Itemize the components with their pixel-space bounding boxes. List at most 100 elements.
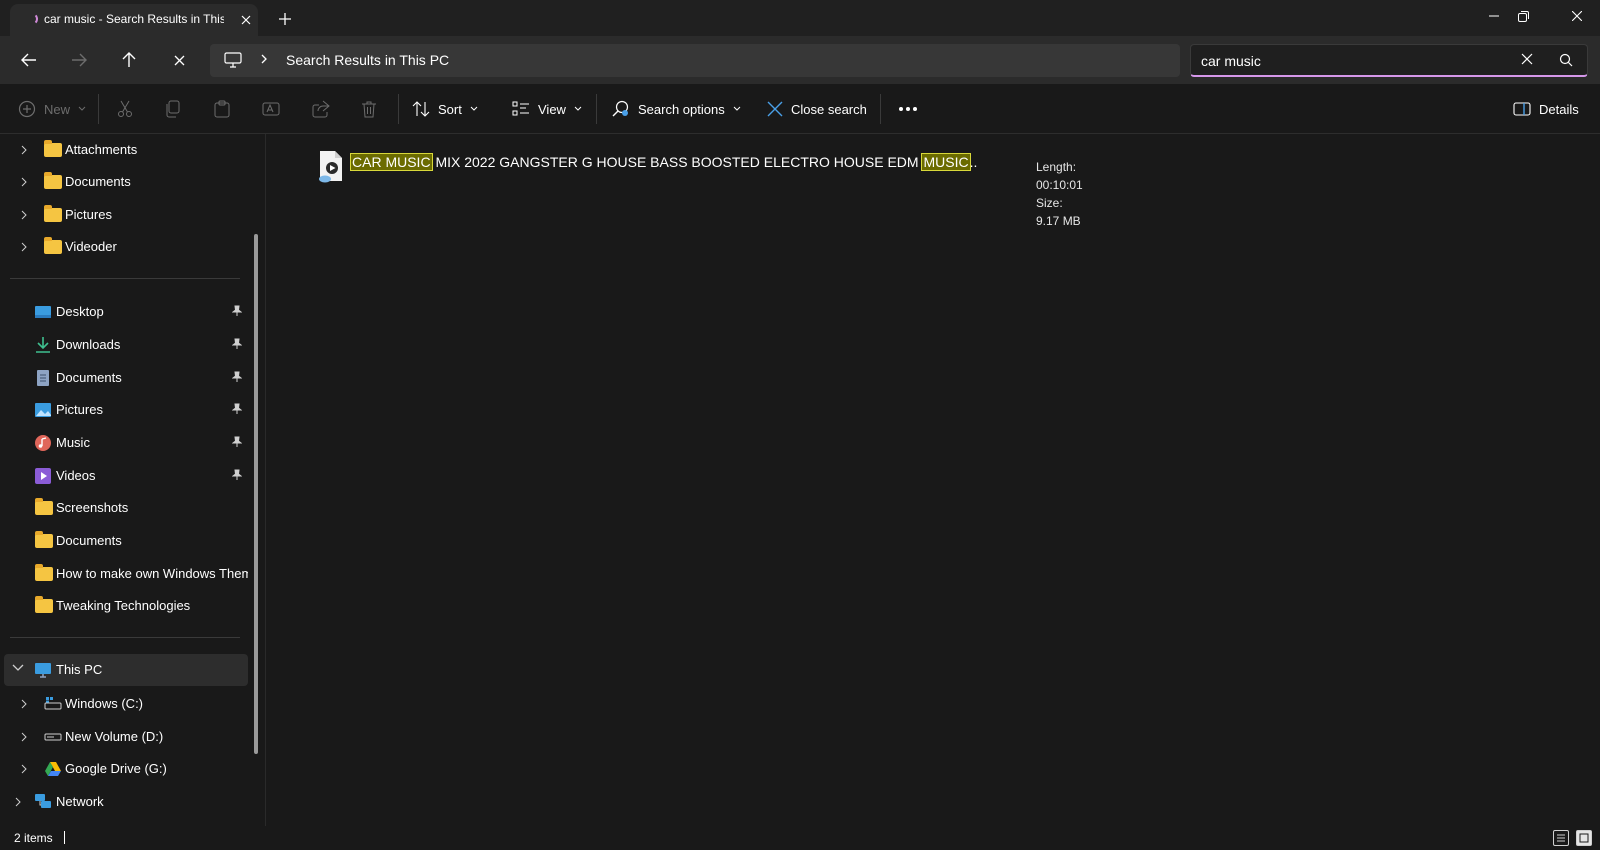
search-options-button[interactable]: Search options: [612, 96, 741, 122]
pin-icon[interactable]: [232, 305, 242, 317]
chevron-right-icon[interactable]: [20, 241, 28, 253]
chevron-right-icon[interactable]: [20, 209, 28, 221]
pin-icon[interactable]: [232, 338, 242, 350]
chevron-right-icon[interactable]: [20, 144, 28, 156]
share-icon: [312, 100, 330, 118]
sidebar-item-tweaking[interactable]: Tweaking Technologies: [4, 591, 248, 621]
sidebar-item-attachments[interactable]: Attachments: [4, 135, 248, 165]
download-icon: [36, 337, 50, 353]
tab-active[interactable]: car music - Search Results in This PC: [10, 4, 258, 36]
video-file-icon: [319, 151, 342, 183]
restore-button[interactable]: [1500, 0, 1546, 32]
close-window-button[interactable]: [1554, 0, 1600, 32]
plus-icon: [279, 13, 291, 25]
sidebar-item-label: Screenshots: [56, 500, 129, 515]
sidebar-item-documents-folder[interactable]: Documents: [4, 526, 248, 556]
more-options-button[interactable]: [898, 96, 918, 122]
chevron-right-icon[interactable]: [20, 731, 28, 743]
paste-button[interactable]: [214, 96, 230, 122]
chevron-right-icon[interactable]: [14, 796, 22, 808]
sidebar-item-screenshots[interactable]: Screenshots: [4, 493, 248, 523]
large-icons-view-button[interactable]: [1576, 830, 1592, 846]
sidebar-item-desktop[interactable]: Desktop: [4, 297, 248, 327]
new-button[interactable]: New: [18, 96, 86, 122]
sort-button[interactable]: Sort: [412, 96, 478, 122]
details-button[interactable]: Details: [1513, 96, 1579, 122]
arrow-right-icon: [72, 53, 87, 67]
pin-icon[interactable]: [232, 469, 242, 481]
sidebar-item-this-pc[interactable]: This PC: [4, 654, 248, 686]
sidebar-item-label: Videoder: [65, 239, 117, 254]
file-name[interactable]: CAR MUSIC MIX 2022 GANGSTER G HOUSE BASS…: [350, 153, 977, 171]
forward-button[interactable]: [62, 44, 96, 76]
sidebar-item-network[interactable]: Network: [4, 787, 248, 817]
file-meta: Length: 00:10:01 Size: 9.17 MB: [1036, 158, 1083, 230]
navigation-pane: Attachments Documents Pictures Videoder …: [0, 134, 266, 826]
file-length: Length: 00:10:01: [1036, 160, 1083, 192]
sidebar-item-label: Videos: [56, 468, 96, 483]
folder-icon: [44, 172, 62, 191]
rename-button[interactable]: [262, 96, 280, 122]
pin-icon[interactable]: [232, 436, 242, 448]
chevron-down-icon: [574, 106, 582, 111]
sidebar-item-drive-g[interactable]: Google Drive (G:): [4, 754, 248, 784]
plus-circle-icon: [18, 100, 36, 118]
chevron-right-icon[interactable]: [20, 698, 28, 710]
sidebar-item-documents[interactable]: Documents: [4, 167, 248, 197]
sort-label: Sort: [438, 101, 462, 117]
share-button[interactable]: [312, 96, 330, 122]
sidebar-item-downloads[interactable]: Downloads: [4, 330, 248, 360]
toolbar-divider: [98, 94, 99, 124]
address-path[interactable]: Search Results in This PC: [286, 52, 449, 68]
title-bar: car music - Search Results in This PC: [0, 0, 1600, 36]
delete-button[interactable]: [361, 96, 377, 122]
tiles-view-icon: [1579, 833, 1589, 843]
tab-close-button[interactable]: [236, 10, 256, 30]
sidebar-item-drive-d[interactable]: New Volume (D:): [4, 722, 248, 752]
address-row: Search Results in This PC: [0, 36, 1600, 84]
back-button[interactable]: [12, 44, 46, 76]
search-input[interactable]: [1201, 52, 1501, 70]
close-search-button[interactable]: Close search: [767, 96, 867, 122]
list-item[interactable]: CAR MUSIC MIX 2022 GANGSTER G HOUSE BASS…: [317, 144, 1083, 228]
search-icon[interactable]: [1559, 53, 1573, 67]
view-button[interactable]: View: [512, 96, 582, 122]
sidebar-item-label: Documents: [56, 533, 122, 548]
desktop-icon: [35, 306, 51, 318]
chevron-right-icon[interactable]: [20, 763, 28, 775]
cut-button[interactable]: [117, 96, 133, 122]
search-box[interactable]: [1190, 44, 1588, 77]
details-view-button[interactable]: [1553, 830, 1569, 846]
sidebar-item-documents-quick[interactable]: Documents: [4, 363, 248, 393]
pin-icon[interactable]: [232, 371, 242, 383]
pin-icon[interactable]: [232, 403, 242, 415]
up-button[interactable]: [112, 44, 146, 76]
network-icon: [35, 794, 51, 808]
search-highlight: CAR MUSIC: [350, 153, 433, 171]
close-icon: [174, 55, 184, 65]
folder-icon: [44, 205, 62, 224]
sidebar-item-windows-theme[interactable]: How to make own Windows Theme: [4, 559, 248, 589]
sidebar-item-videoder[interactable]: Videoder: [4, 232, 248, 262]
sidebar-item-pictures-quick[interactable]: Pictures: [4, 395, 248, 425]
copy-button[interactable]: [165, 96, 181, 122]
close-icon: [241, 15, 251, 25]
stop-button[interactable]: [162, 44, 196, 76]
folder-icon: [35, 498, 53, 517]
address-bar[interactable]: Search Results in This PC: [210, 44, 1180, 77]
sidebar-item-label: How to make own Windows Theme: [56, 566, 248, 581]
sidebar-item-drive-c[interactable]: Windows (C:): [4, 689, 248, 719]
chevron-down-icon[interactable]: [12, 664, 24, 672]
new-tab-button[interactable]: [272, 6, 298, 32]
sidebar-item-videos[interactable]: Videos: [4, 461, 248, 491]
clear-search-icon[interactable]: [1521, 53, 1533, 65]
chevron-right-icon[interactable]: [260, 52, 268, 66]
details-label: Details: [1539, 101, 1579, 117]
sidebar-item-label: Documents: [65, 174, 131, 189]
videos-icon: [35, 468, 51, 484]
chevron-right-icon[interactable]: [20, 176, 28, 188]
sidebar-scrollbar[interactable]: [254, 234, 258, 754]
toolbar-divider: [398, 94, 399, 124]
sidebar-item-music[interactable]: Music: [4, 428, 248, 458]
sidebar-item-pictures[interactable]: Pictures: [4, 200, 248, 230]
